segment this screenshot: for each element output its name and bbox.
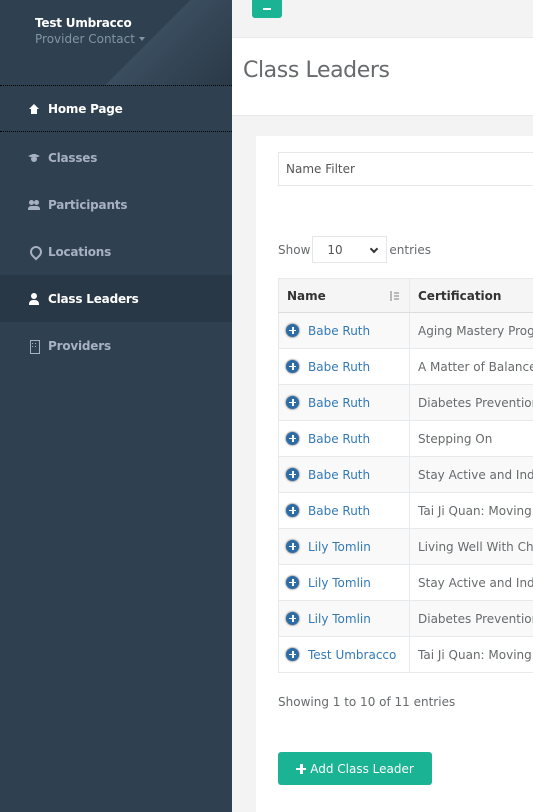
- entries-label: entries: [389, 242, 431, 257]
- sidebar-item-label: Home Page: [48, 101, 123, 116]
- name-filter-placeholder: Name Filter: [286, 162, 355, 176]
- add-class-leader-button[interactable]: Add Class Leader: [278, 752, 432, 785]
- show-label: Show: [278, 242, 311, 257]
- table-row: Babe Ruth Stepping On: [278, 420, 533, 457]
- caret-down-icon[interactable]: [138, 37, 145, 41]
- table-row: Lily Tomlin Stay Active and Independent: [278, 564, 533, 601]
- table-info: Showing 1 to 10 of 11 entries: [278, 695, 456, 709]
- content-panel: Name Filter Show 10 entries Name Certifi…: [256, 136, 533, 812]
- expand-plus-icon[interactable]: [286, 611, 299, 625]
- leader-name-link[interactable]: Babe Ruth: [308, 324, 370, 338]
- table-row: Babe Ruth A Matter of Balance: [278, 348, 533, 385]
- name-cell: Babe Ruth: [278, 312, 410, 349]
- expand-plus-icon[interactable]: [286, 575, 299, 589]
- column-header-label: Name: [287, 288, 326, 303]
- expand-plus-icon[interactable]: [286, 539, 299, 553]
- certification-cell: A Matter of Balance: [409, 348, 533, 385]
- name-cell: Babe Ruth: [278, 492, 410, 529]
- graduation-cap-icon: [28, 152, 40, 164]
- certification-cell: Stay Active and Independent: [409, 564, 533, 601]
- certification-cell: Living Well With Chronic: [409, 528, 533, 565]
- sidebar-item-participants[interactable]: Participants: [0, 181, 232, 228]
- entries-select[interactable]: 10: [312, 236, 388, 263]
- name-cell: Lily Tomlin: [278, 564, 410, 601]
- leader-name-link[interactable]: Babe Ruth: [308, 504, 370, 518]
- entries-length-control: Show 10 entries: [278, 236, 431, 263]
- certification-cell: Diabetes Prevention: [409, 384, 533, 421]
- column-header-name[interactable]: Name: [278, 278, 410, 313]
- name-cell: Babe Ruth: [278, 348, 410, 385]
- top-navbar: [232, 0, 533, 38]
- expand-plus-icon[interactable]: [286, 467, 299, 481]
- map-marker-icon: [28, 246, 40, 258]
- certification-cell: Aging Mastery Program: [409, 312, 533, 349]
- leader-name-link[interactable]: Babe Ruth: [308, 396, 370, 410]
- name-cell: Babe Ruth: [278, 456, 410, 493]
- page-title: Class Leaders: [243, 58, 390, 83]
- sidebar-item-providers[interactable]: Providers: [0, 322, 232, 369]
- table-row: Babe Ruth Stay Active and Independent: [278, 456, 533, 493]
- building-icon: [28, 339, 40, 354]
- sidebar-item-label: Classes: [48, 150, 98, 165]
- add-class-leader-label: Add Class Leader: [310, 761, 414, 776]
- sidebar-item-label: Class Leaders: [48, 291, 139, 306]
- users-icon: [28, 199, 40, 211]
- column-header-label: Certification: [418, 288, 502, 303]
- expand-plus-icon[interactable]: [286, 647, 299, 661]
- name-filter-input[interactable]: Name Filter: [278, 152, 533, 186]
- sidebar-item-label: Providers: [48, 338, 111, 353]
- class-leaders-table: Name Certification Babe Ruth Aging Maste…: [278, 278, 533, 673]
- expand-plus-icon[interactable]: [286, 395, 299, 409]
- certification-cell: Tai Ji Quan: Moving: [409, 636, 533, 673]
- sidebar-item-class-leaders[interactable]: Class Leaders: [0, 275, 232, 322]
- expand-plus-icon[interactable]: [286, 323, 299, 337]
- sidebar-item-classes[interactable]: Classes: [0, 134, 232, 181]
- sidebar: Test Umbracco Provider Contact Home Page…: [0, 0, 232, 812]
- table-row: Test Umbracco Tai Ji Quan: Moving: [278, 636, 533, 673]
- certification-cell: Diabetes Prevention: [409, 600, 533, 637]
- profile-role-dropdown[interactable]: Provider Contact: [35, 32, 145, 46]
- name-cell: Babe Ruth: [278, 420, 410, 457]
- name-cell: Lily Tomlin: [278, 600, 410, 637]
- expand-plus-icon[interactable]: [286, 431, 299, 445]
- name-cell: Babe Ruth: [278, 384, 410, 421]
- name-cell: Lily Tomlin: [278, 528, 410, 565]
- page-heading: Class Leaders: [232, 38, 533, 116]
- leader-name-link[interactable]: Babe Ruth: [308, 468, 370, 482]
- table-row: Babe Ruth Aging Mastery Program: [278, 312, 533, 349]
- sidebar-item-locations[interactable]: Locations: [0, 228, 232, 275]
- certification-cell: Stepping On: [409, 420, 533, 457]
- leader-name-link[interactable]: Lily Tomlin: [308, 612, 371, 626]
- profile-header: Test Umbracco Provider Contact: [0, 0, 232, 85]
- certification-cell: Tai Ji Quan: Moving: [409, 492, 533, 529]
- sidebar-item-label: Locations: [48, 244, 112, 259]
- chevron-down-icon: [370, 244, 379, 254]
- profile-name: Test Umbracco: [35, 16, 132, 30]
- leader-name-link[interactable]: Lily Tomlin: [308, 576, 371, 590]
- leader-name-link[interactable]: Test Umbracco: [308, 648, 396, 662]
- home-icon: [28, 103, 40, 115]
- column-header-certification[interactable]: Certification: [409, 278, 533, 313]
- sort-icon[interactable]: [390, 291, 399, 301]
- leader-name-link[interactable]: Lily Tomlin: [308, 540, 371, 554]
- leader-name-link[interactable]: Babe Ruth: [308, 360, 370, 374]
- name-cell: Test Umbracco: [278, 636, 410, 673]
- table-row: Babe Ruth Tai Ji Quan: Moving: [278, 492, 533, 529]
- sidebar-item-home[interactable]: Home Page: [0, 85, 232, 132]
- plus-icon: [296, 763, 307, 774]
- table-row: Lily Tomlin Diabetes Prevention: [278, 600, 533, 637]
- leader-name-link[interactable]: Babe Ruth: [308, 432, 370, 446]
- profile-role-label[interactable]: Provider Contact: [35, 32, 135, 46]
- expand-plus-icon[interactable]: [286, 503, 299, 517]
- certification-cell: Stay Active and Independent: [409, 456, 533, 493]
- sidebar-item-label: Participants: [48, 197, 128, 212]
- table-row: Lily Tomlin Living Well With Chronic: [278, 528, 533, 565]
- menu-toggle-button[interactable]: [252, 0, 282, 18]
- expand-plus-icon[interactable]: [286, 359, 299, 373]
- table-row: Babe Ruth Diabetes Prevention: [278, 384, 533, 421]
- entries-select-value: 10: [327, 242, 343, 257]
- user-icon: [28, 292, 40, 305]
